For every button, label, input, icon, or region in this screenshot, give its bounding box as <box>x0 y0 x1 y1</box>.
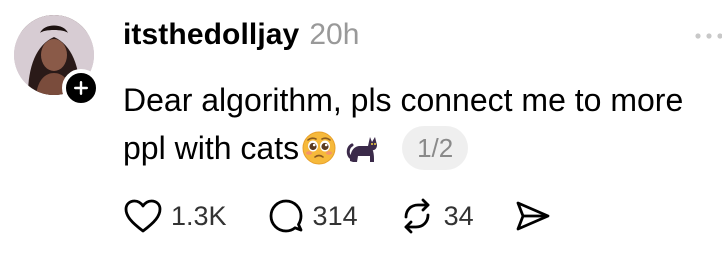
follow-button[interactable] <box>62 69 100 107</box>
black-cat-emoji <box>346 131 380 165</box>
timestamp[interactable]: 20h <box>309 18 359 52</box>
post-text-line-2: ppl with cats 1/2 <box>123 124 721 172</box>
plus-icon <box>74 81 88 95</box>
reply-button[interactable]: 314 <box>267 197 358 235</box>
repost-button[interactable]: 34 <box>398 197 474 235</box>
avatar-container <box>14 15 100 107</box>
username[interactable]: itsthedolljay <box>123 18 299 52</box>
like-button[interactable]: 1.3K <box>123 198 227 234</box>
like-count: 1.3K <box>171 200 227 231</box>
comment-icon <box>269 199 302 233</box>
repost-count: 34 <box>443 200 474 231</box>
post-text: Dear algorithm, pls connect me to more p… <box>123 76 721 172</box>
post-header: itsthedolljay 20h <box>123 18 359 52</box>
share-button[interactable] <box>514 199 552 233</box>
reply-count: 314 <box>312 200 358 231</box>
repost-icon <box>404 198 430 234</box>
thread-post: itsthedolljay 20h Dear algorithm, pls co… <box>0 0 724 271</box>
action-bar: 1.3K 314 34 <box>123 196 592 236</box>
pleading-face-emoji <box>302 131 336 165</box>
carousel-page-indicator[interactable]: 1/2 <box>402 126 469 170</box>
share-icon <box>516 201 550 231</box>
post-text-line-1: Dear algorithm, pls connect me to more <box>123 82 684 118</box>
post-text-line-2-text: ppl with cats <box>123 130 300 166</box>
more-icon[interactable] <box>692 30 722 42</box>
heart-icon <box>124 199 162 233</box>
